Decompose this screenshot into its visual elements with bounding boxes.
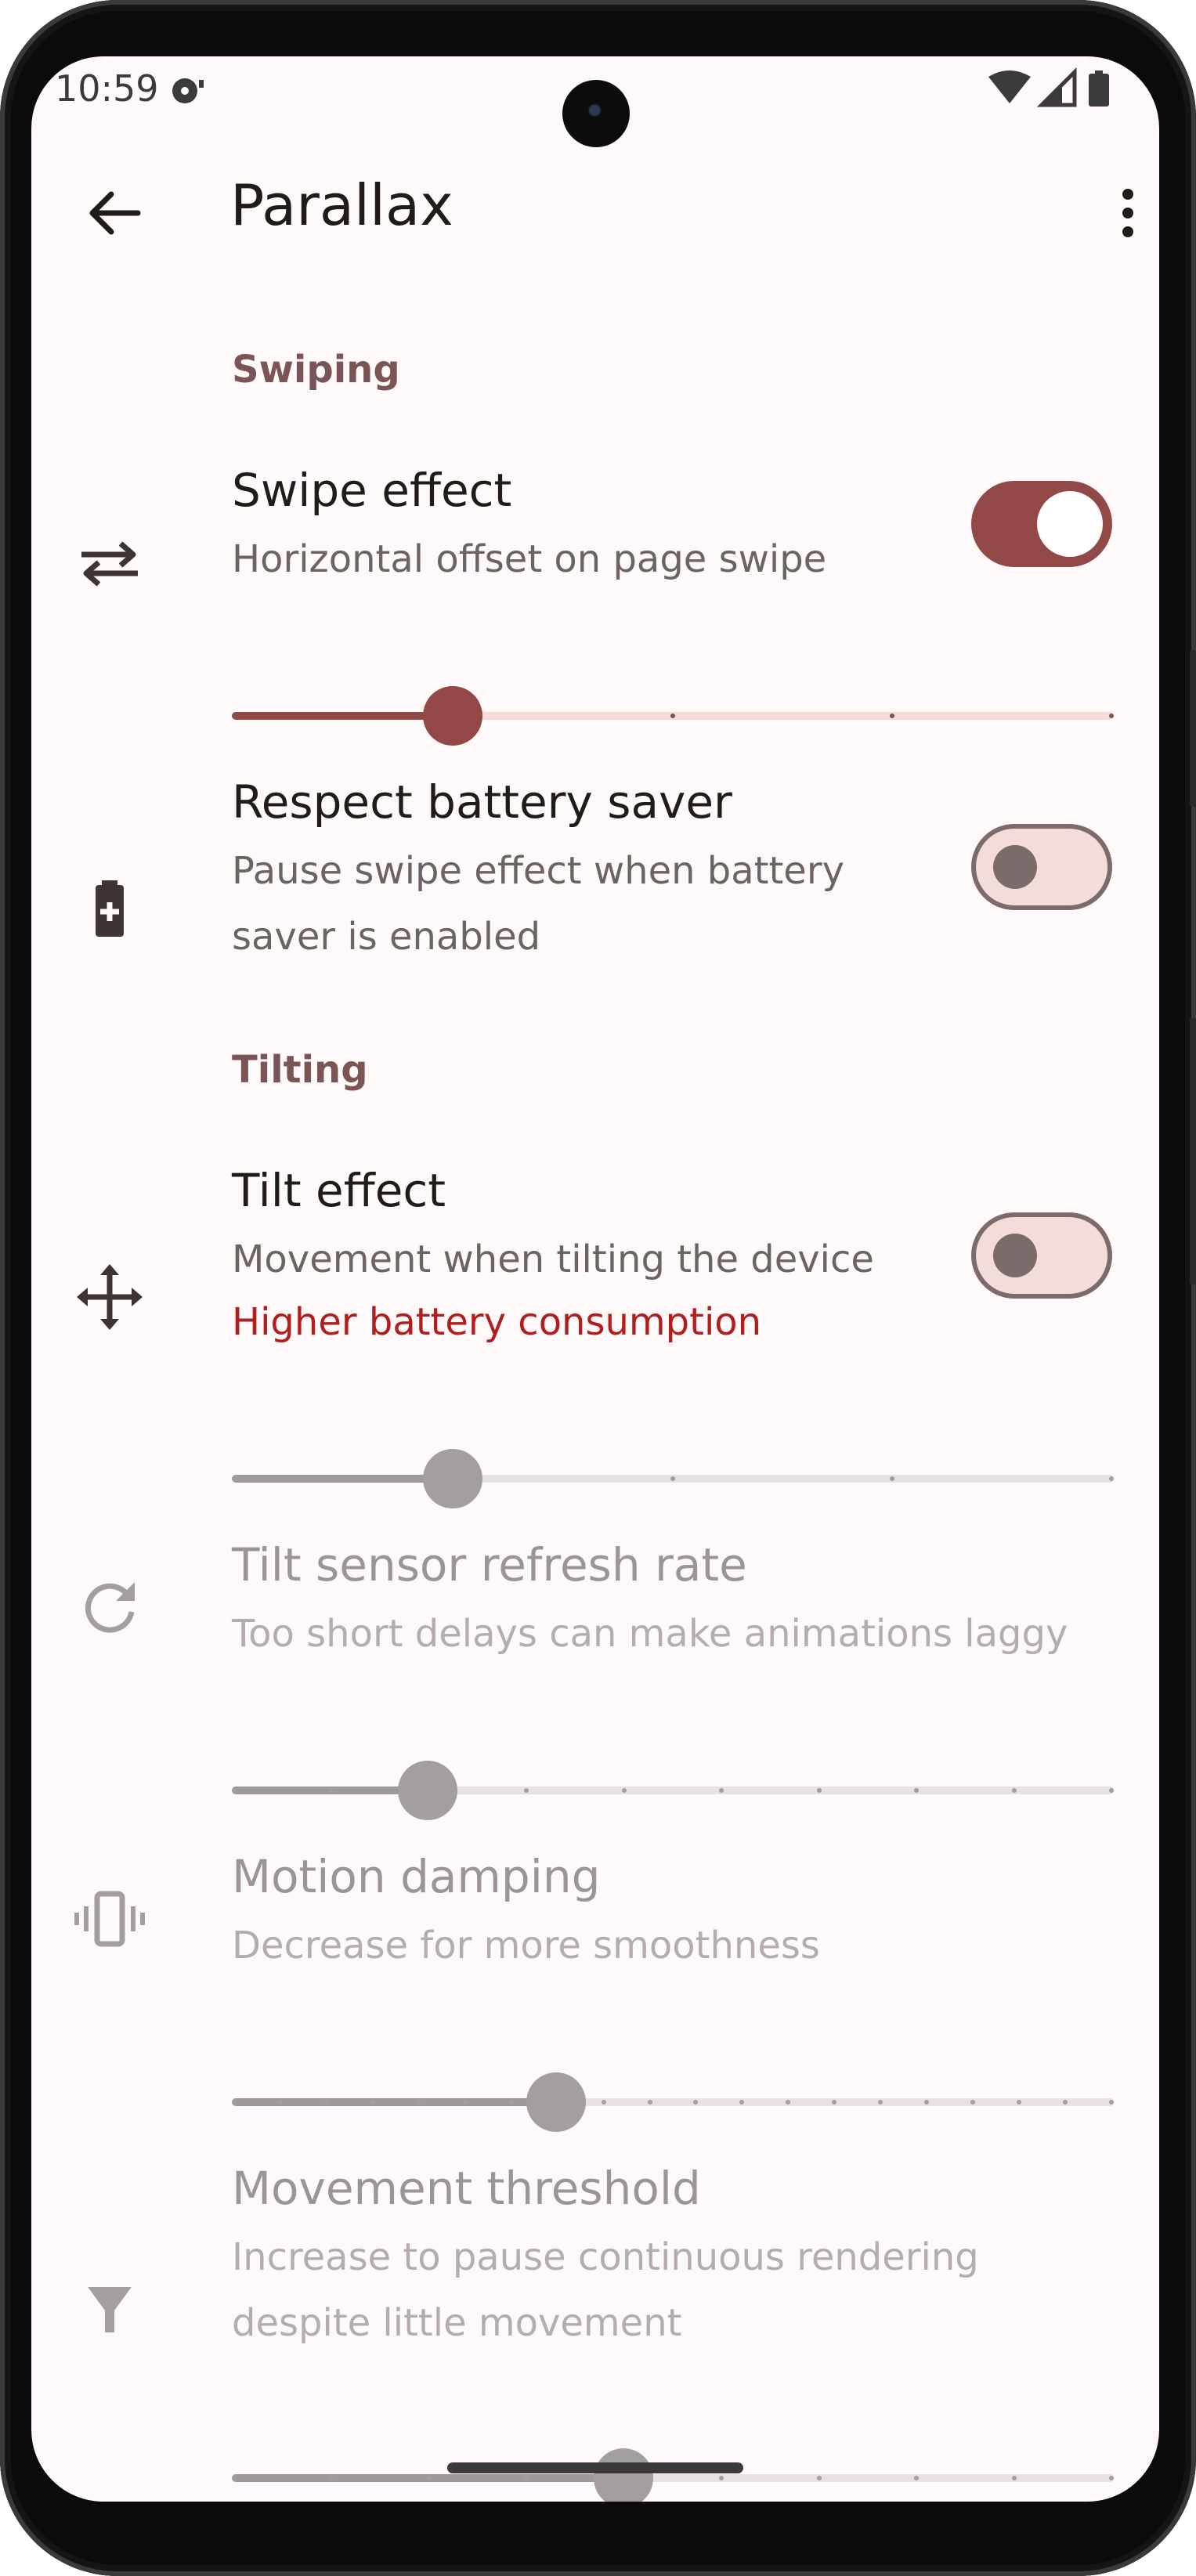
slider-tick [1109,2100,1114,2105]
battery-saver-subtitle-1: Pause swipe effect when battery [232,849,844,893]
swipe-effect-subtitle: Horizontal offset on page swipe [232,537,827,581]
slider-thumb[interactable] [526,2072,587,2132]
battery-saver-subtitle-2: saver is enabled [232,915,541,959]
slider-tick [601,2100,606,2105]
slider-tick [670,714,675,718]
slider-tick [232,2100,237,2105]
battery-saver-toggle[interactable] [971,824,1112,910]
slider-tick [462,2100,468,2105]
slider-tick [426,2476,432,2480]
slider-tick [1109,2476,1114,2480]
movement-threshold-subtitle-1: Increase to pause continuous rendering [232,2235,979,2279]
front-camera [562,80,630,147]
refresh-rate-subtitle: Too short delays can make animations lag… [232,1612,1068,1656]
slider-tick [816,1788,822,1793]
slider-tick [323,2100,329,2105]
volume-button [1190,1018,1196,1284]
slider-tick [1109,714,1114,718]
slider-tick [1063,2100,1068,2105]
status-time: 10:59 [55,67,159,110]
swipe-effect-slider[interactable] [232,686,1114,746]
motion-damping-slider[interactable] [232,2072,1114,2132]
slider-tick [277,2100,283,2105]
slider-thumb[interactable] [397,1761,457,1820]
movement-threshold-slider[interactable] [232,2448,1114,2502]
slider-tick [890,714,894,718]
toggle-knob [993,1234,1037,1277]
back-button[interactable] [75,174,154,252]
move-arrows-icon [70,1258,149,1336]
slider-tick [647,2100,652,2105]
slider-tick [232,1476,237,1481]
slider-tick [1109,1476,1114,1481]
slider-thumb[interactable] [422,1449,482,1508]
slider-fill [232,1475,453,1483]
media-icon [169,75,207,107]
section-title-swiping: Swiping [232,348,400,392]
device-frame: 10:59 Parallax Swiping Swipe effect Hori… [0,0,1196,2576]
slider-tick [508,2100,514,2105]
arrow-left-icon [89,191,141,235]
slider-tick [621,1788,627,1793]
toggle-knob [1037,491,1103,557]
motion-damping-subtitle: Decrease for more smoothness [232,1924,820,1967]
power-button [1190,650,1196,807]
tilt-effect-warning: Higher battery consumption [232,1300,762,1344]
swipe-effect-title: Swipe effect [232,464,512,517]
more-vertical-icon [1122,189,1133,237]
slider-fill [232,712,453,720]
swap-horiz-icon [70,525,149,603]
slider-tick [1011,1788,1017,1793]
slider-thumb[interactable] [422,686,482,746]
refresh-rate-title: Tilt sensor refresh rate [232,1538,747,1591]
signal-icon [1036,67,1077,107]
swipe-effect-toggle[interactable] [971,481,1112,567]
vibration-icon [70,1880,149,1958]
movement-threshold-subtitle-2: despite little movement [232,2301,682,2345]
slider-tick [816,2476,822,2480]
tilt-effect-title: Tilt effect [232,1164,446,1217]
refresh-icon [70,1568,149,1646]
slider-tick [370,2100,375,2105]
gesture-nav-handle[interactable] [447,2462,743,2473]
tilt-effect-slider[interactable] [232,1449,1114,1508]
battery-saver-title: Respect battery saver [232,775,732,829]
slider-tick [232,1788,237,1793]
toggle-knob [993,845,1037,889]
motion-damping-title: Motion damping [232,1850,601,1903]
status-icons [987,67,1128,111]
section-title-tilting: Tilting [232,1048,368,1092]
battery-plus-icon [70,869,149,948]
battery-icon [1089,70,1109,107]
slider-tick [416,2100,421,2105]
wifi-icon [988,70,1031,103]
slider-tick [1109,1788,1114,1793]
slider-tick [890,1476,894,1481]
page-title: Parallax [230,172,453,238]
slider-tick [670,1476,675,1481]
slider-tick [1011,2476,1017,2480]
slider-thumb[interactable] [593,2448,653,2502]
slider-tick [232,2476,237,2480]
funnel-icon [70,2270,149,2348]
more-options-button[interactable] [1089,174,1159,252]
slider-tick [232,714,237,718]
movement-threshold-title: Movement threshold [232,2162,701,2215]
refresh-rate-slider[interactable] [232,1761,1114,1820]
tilt-effect-subtitle: Movement when tilting the device [232,1237,874,1281]
screen: 10:59 Parallax Swiping Swipe effect Hori… [31,56,1159,2502]
tilt-effect-toggle[interactable] [971,1212,1112,1299]
